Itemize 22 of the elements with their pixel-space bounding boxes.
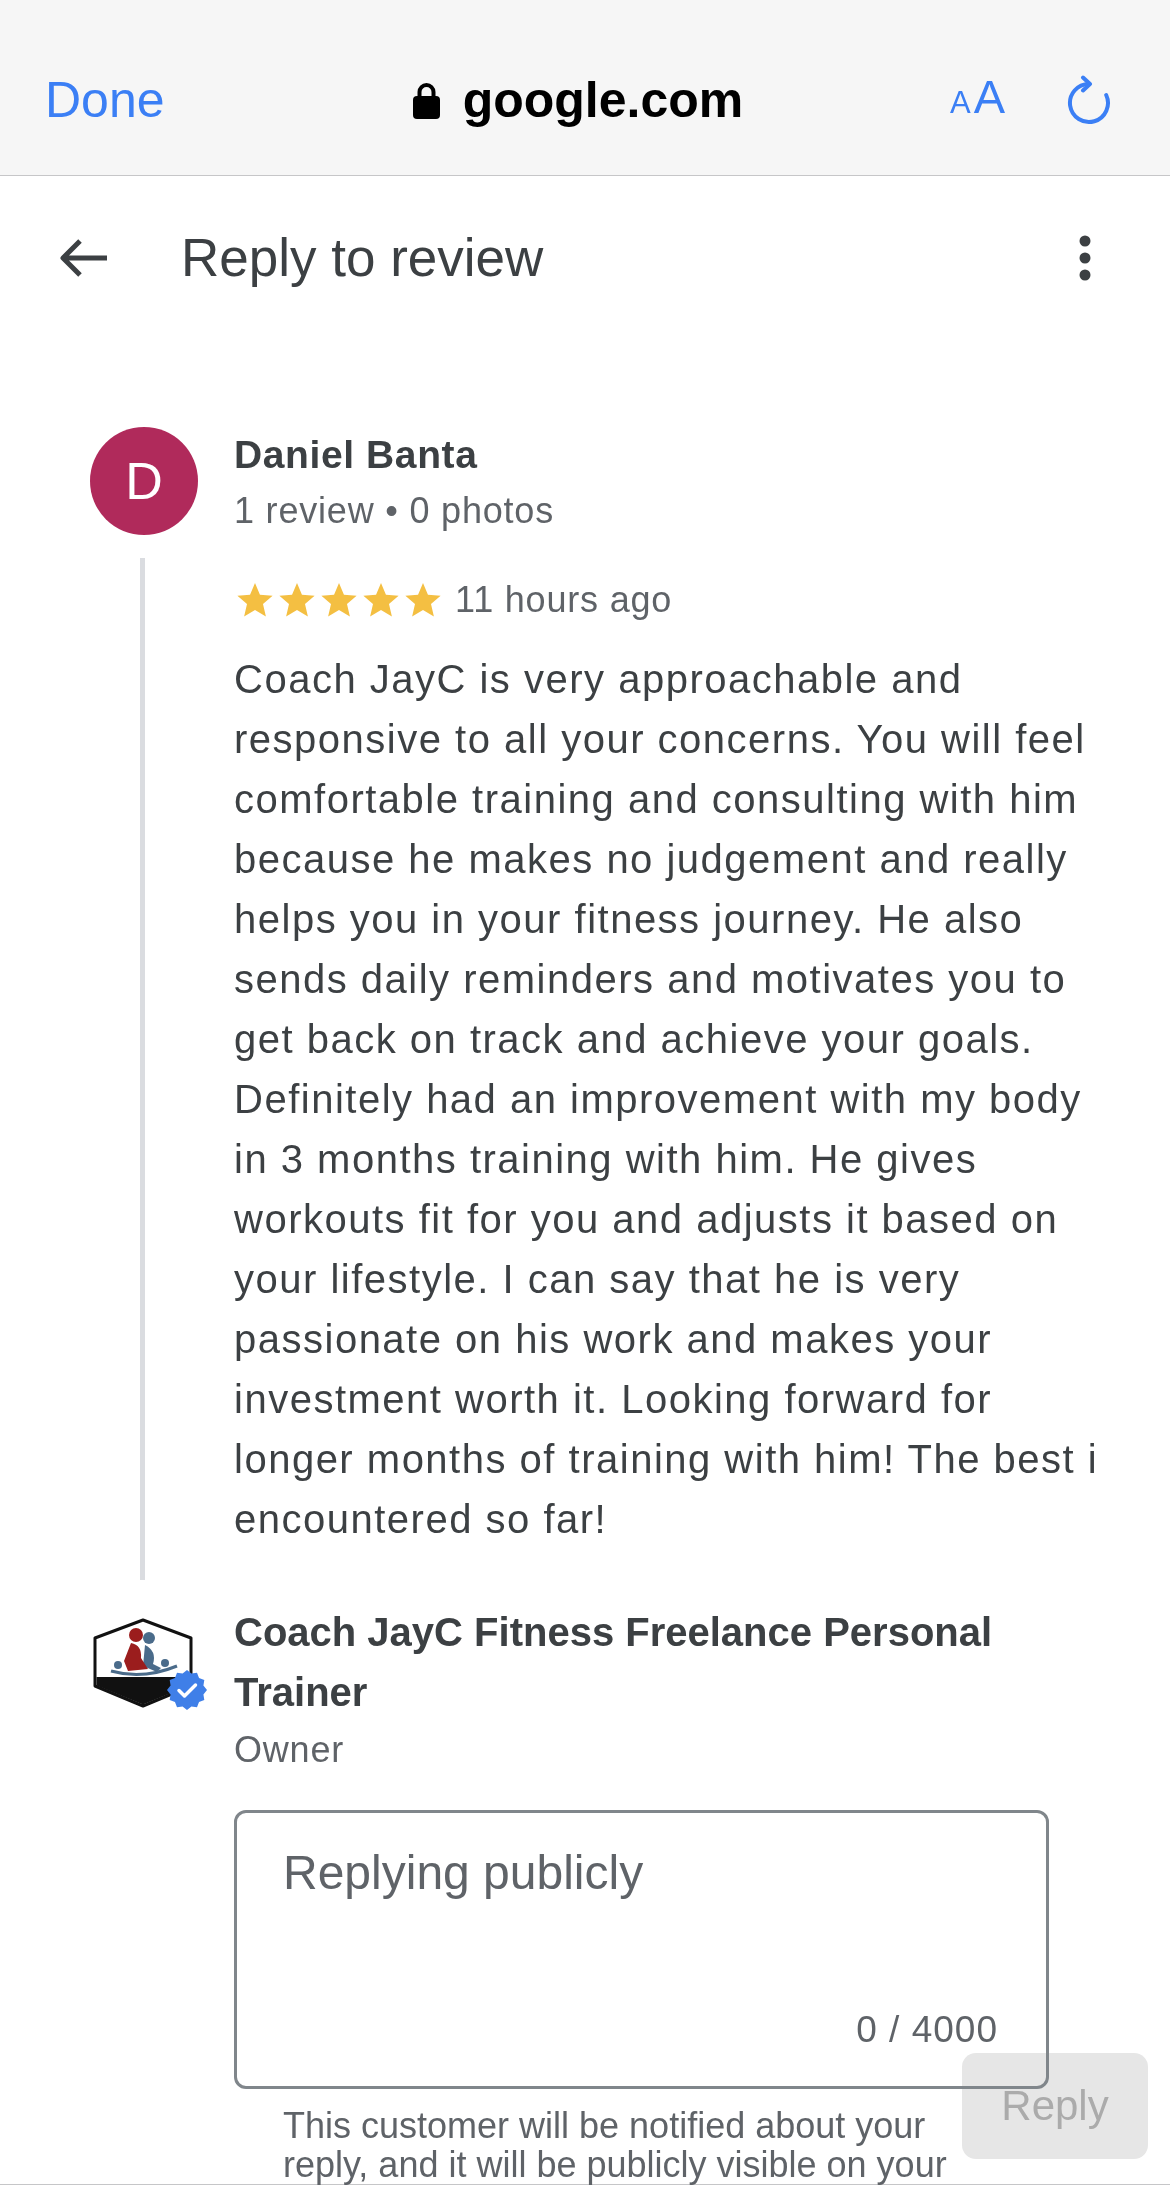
owner-role: Owner xyxy=(234,1728,346,1772)
reload-icon[interactable] xyxy=(1067,74,1111,125)
star-icon xyxy=(321,583,357,617)
star-icon xyxy=(405,583,441,617)
done-button[interactable]: Done xyxy=(45,69,165,130)
reviewer-name[interactable]: Daniel Banta xyxy=(234,427,554,483)
review-text: Coach JayC is very approachable and responsive to all your concerns. You will feel comfortable training and consulting with him because he makes no judgement and really helps you in your fitness journey. He also sends daily reminders and motivates you to get back on track and achieve your goals. Definitely had an improvement with my body in 3 months training with him. He gives workouts fit for you and adjusts it based on your lifestyle. I can say that he is very passionate on his work and makes your investment worth it. Looking forward for longer months of training with him! The best i encountered so far! xyxy=(234,656,1100,1543)
page-title: Reply to review xyxy=(181,227,545,289)
text-size-button[interactable]: AA xyxy=(949,69,1005,130)
character-counter: 0 / 4000 xyxy=(856,2008,998,2052)
review-time: 11 hours ago xyxy=(455,578,673,622)
star-icon xyxy=(237,583,273,617)
star-icon xyxy=(363,583,399,617)
owner-name: Coach JayC Fitness Freelance Personal Trainer xyxy=(234,1609,994,1716)
back-arrow-icon[interactable] xyxy=(58,238,109,278)
lock-icon xyxy=(412,80,440,119)
star-icon xyxy=(279,583,315,617)
more-options-icon[interactable] xyxy=(1079,235,1091,281)
notice-text: This customer will be notified about your reply, and it will be publicly visible on your xyxy=(283,2106,948,2184)
avatar: D xyxy=(90,427,198,535)
reviewer-stats: 1 review • 0 photos xyxy=(234,489,554,533)
address-text: google.com xyxy=(462,70,744,130)
